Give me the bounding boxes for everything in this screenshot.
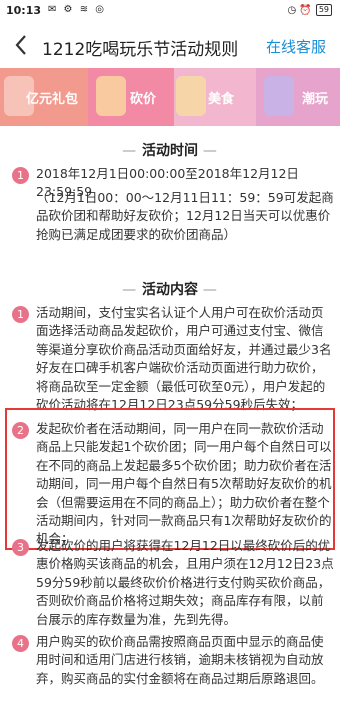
highlight-box [5,408,335,550]
category-label: 亿元礼包 [26,92,79,107]
item-number: 1 [12,167,29,184]
category-label: 美食 [208,92,235,107]
category-bargain[interactable]: 砍价 [88,68,174,126]
food-icon [176,76,206,116]
section-title-content: — 活动内容 — [122,282,218,298]
rule-item-3: 发起砍价的用户将获得在12月12日以最终砍价后的优惠价格购买该商品的机会，且用户… [36,538,334,627]
microphone-icon [264,76,294,116]
status-time: 10:13 [6,4,42,17]
alarm-icon: ◷ ⏰ [287,4,312,16]
page-title: 1212吃喝玩乐节活动规则 [42,40,239,60]
category-label: 砍价 [130,92,157,107]
section-title-time: — 活动时间 — [122,143,218,159]
activity-time-note: （12月1日00：00～12月11日11：59：59可发起商品砍价团和帮助好友砍… [36,190,334,242]
category-trendy[interactable]: 潮玩 [256,68,340,126]
rule-item-4: 用户购买的砍价商品需按照商品页面中显示的商品使用时间和适用门店进行核销，逾期未核… [36,634,324,686]
online-service-link[interactable]: 在线客服 [266,36,326,57]
back-arrow-icon[interactable] [10,30,32,62]
category-label: 潮玩 [302,92,329,107]
category-gift[interactable]: 亿元礼包 [0,68,88,126]
status-right: ◷ ⏰ 59 [287,4,332,16]
chevron-left-icon [15,35,26,55]
battery-icon: 59 [315,4,332,16]
item-number: 3 [12,539,29,556]
status-bar: 10:13 ✉ ⚙ ≋ ◎ ◷ ⏰ 59 [0,0,340,22]
item-number: 1 [12,306,29,323]
item-number: 4 [12,635,29,652]
nav-bar: 1212吃喝玩乐节活动规则 在线客服 [0,22,340,68]
category-food[interactable]: 美食 [174,68,256,126]
category-banner: 亿元礼包 砍价 美食 潮玩 [0,68,340,126]
bowl-icon [96,76,126,116]
notification-icons: ✉ ⚙ ≋ ◎ [48,4,106,15]
rule-item-1: 活动期间，支付宝实名认证个人用户可在砍价活动页面选择活动商品发起砍价，用户可通过… [36,305,332,413]
